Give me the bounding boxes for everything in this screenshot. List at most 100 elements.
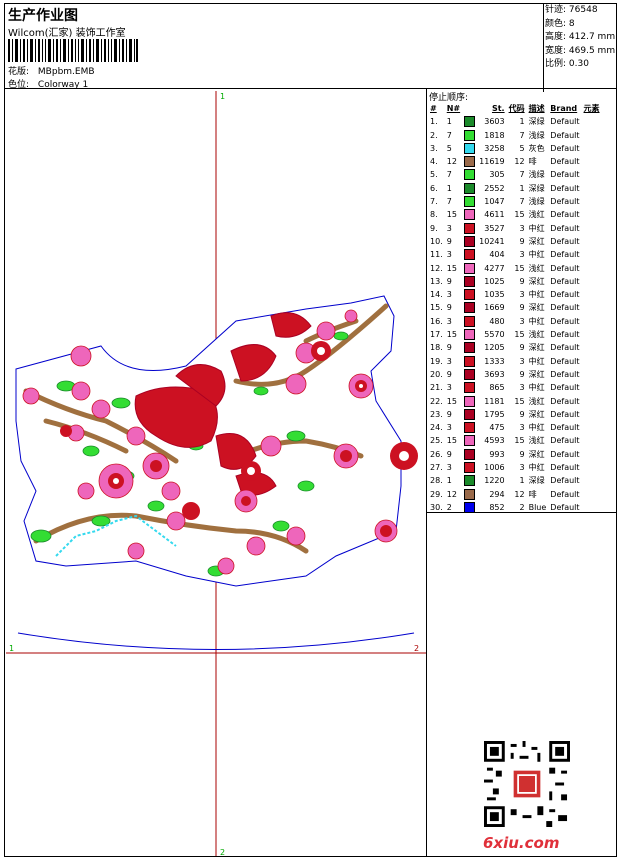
row-stitches: 1205 — [484, 343, 505, 353]
row-desc: 浅红 — [528, 330, 545, 340]
row-brand: Default — [550, 369, 580, 379]
row-brand: Default — [550, 383, 580, 393]
row-code: 15 — [514, 210, 525, 220]
row-brand: Default — [550, 276, 580, 286]
table-row: 27. 3 1006 3 中红 Default — [428, 461, 602, 474]
row-element — [582, 368, 602, 381]
table-row: 17. 15 5570 15 浅红 Default — [428, 328, 602, 341]
row-index: 22. — [430, 396, 443, 406]
col-desc: 描述 — [528, 104, 545, 113]
table-row: 5. 7 305 7 浅绿 Default — [428, 168, 602, 181]
embroidery-preview: 1 2 1 2 — [6, 91, 426, 856]
table-row: 8. 15 4611 15 浅红 Default — [428, 208, 602, 221]
row-needle: 3 — [446, 383, 452, 393]
header-panel: 生产作业图 Wilcom(汇家) 装饰工作室 花版: MBpbm.EMB 色位:… — [5, 4, 544, 92]
design-file-line: 花版: MBpbm.EMB — [8, 64, 95, 77]
row-stitches: 2552 — [484, 183, 505, 193]
row-brand: Default — [550, 170, 580, 180]
table-row: 14. 3 1035 3 中红 Default — [428, 288, 602, 301]
row-swatch — [462, 381, 477, 394]
row-needle: 9 — [446, 449, 452, 459]
row-swatch — [462, 142, 477, 155]
row-desc: 浅红 — [528, 210, 545, 220]
row-needle: 9 — [446, 276, 452, 286]
row-stitches: 1047 — [484, 197, 505, 207]
row-swatch — [462, 248, 477, 261]
table-row: 23. 9 1795 9 深红 Default — [428, 408, 602, 421]
row-code: 7 — [519, 130, 525, 140]
row-code: 15 — [514, 436, 525, 446]
row-element — [582, 248, 602, 261]
row-needle: 15 — [446, 436, 457, 446]
row-brand: Default — [550, 197, 580, 207]
color-swatch — [464, 475, 476, 487]
row-element — [582, 395, 602, 408]
row-needle: 3 — [446, 423, 452, 433]
row-code: 3 — [519, 463, 525, 473]
row-element — [582, 115, 602, 128]
row-desc: 深绿 — [528, 117, 545, 127]
row-stitches: 404 — [489, 250, 505, 260]
row-needle: 15 — [446, 330, 457, 340]
row-code: 1 — [519, 476, 525, 486]
row-swatch — [462, 488, 477, 501]
row-swatch — [462, 341, 477, 354]
row-brand: Default — [550, 449, 580, 459]
row-desc: 浅绿 — [528, 170, 545, 180]
row-code: 3 — [519, 223, 525, 233]
row-index: 27. — [430, 463, 443, 473]
row-stitches: 865 — [489, 383, 505, 393]
row-needle: 12 — [446, 489, 457, 499]
row-needle: 15 — [446, 263, 457, 273]
row-needle: 15 — [446, 210, 457, 220]
header-divider — [5, 88, 616, 89]
row-brand: Default — [550, 143, 580, 153]
row-brand: Default — [550, 236, 580, 246]
table-row: 9. 3 3527 3 中红 Default — [428, 222, 602, 235]
row-stitches: 3527 — [484, 223, 505, 233]
axis-label-top: 1 — [220, 92, 225, 101]
row-desc: 中红 — [528, 290, 545, 300]
row-code: 7 — [519, 170, 525, 180]
row-brand: Default — [550, 330, 580, 340]
row-stitches: 852 — [489, 502, 505, 512]
row-swatch — [462, 421, 477, 434]
axis-label-left: 1 — [9, 644, 14, 653]
row-stitches: 480 — [489, 316, 505, 326]
row-stitches: 5570 — [484, 330, 505, 340]
row-swatch — [462, 155, 477, 168]
color-swatch — [464, 275, 476, 287]
row-code: 1 — [519, 117, 525, 127]
row-swatch — [462, 195, 477, 208]
row-index: 3. — [430, 143, 438, 153]
row-code: 9 — [519, 343, 525, 353]
row-needle: 2 — [446, 502, 452, 512]
row-brand: Default — [550, 130, 580, 140]
row-desc: 中红 — [528, 316, 545, 326]
row-desc: 中红 — [528, 423, 545, 433]
col-swatch — [462, 102, 477, 115]
row-element — [582, 328, 602, 341]
table-row: 29. 12 294 12 啡 Default — [428, 488, 602, 501]
row-code: 15 — [514, 330, 525, 340]
row-index: 23. — [430, 409, 443, 419]
row-needle: 7 — [446, 197, 452, 207]
row-stitches: 1025 — [484, 276, 505, 286]
row-element — [582, 208, 602, 221]
row-brand: Default — [550, 356, 580, 366]
row-desc: 深红 — [528, 449, 545, 459]
watermark-text: 6xiu.com — [483, 834, 560, 852]
row-element — [582, 501, 602, 514]
color-swatch — [464, 382, 476, 394]
row-swatch — [462, 368, 477, 381]
row-element — [582, 155, 602, 168]
row-code: 2 — [519, 502, 525, 512]
row-brand: Default — [550, 423, 580, 433]
row-stitches: 305 — [489, 170, 505, 180]
row-desc: 深绿 — [528, 476, 545, 486]
row-swatch — [462, 182, 477, 195]
row-index: 29. — [430, 489, 443, 499]
row-needle: 5 — [446, 143, 452, 153]
color-swatch — [464, 222, 476, 234]
color-swatch — [464, 116, 476, 128]
